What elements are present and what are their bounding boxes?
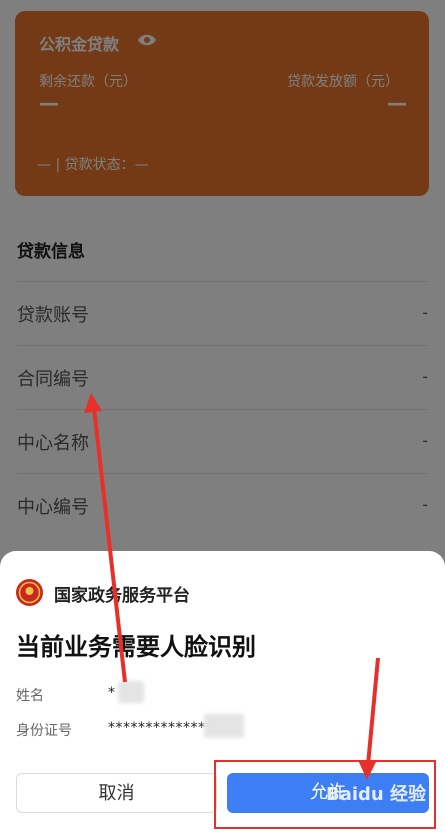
id-blur <box>204 714 244 738</box>
dialog-title: 当前业务需要人脸识别 <box>16 633 256 661</box>
app-name: 国家政务服务平台 <box>54 586 190 606</box>
watermark-text: Baidu 经验 <box>326 784 427 805</box>
government-logo-icon <box>16 579 43 606</box>
name-blur <box>118 681 144 703</box>
name-label: 姓名 <box>16 688 44 704</box>
id-label: 身份证号 <box>16 723 72 739</box>
name-value: * <box>108 685 116 701</box>
cancel-button[interactable]: 取消 <box>16 773 217 813</box>
